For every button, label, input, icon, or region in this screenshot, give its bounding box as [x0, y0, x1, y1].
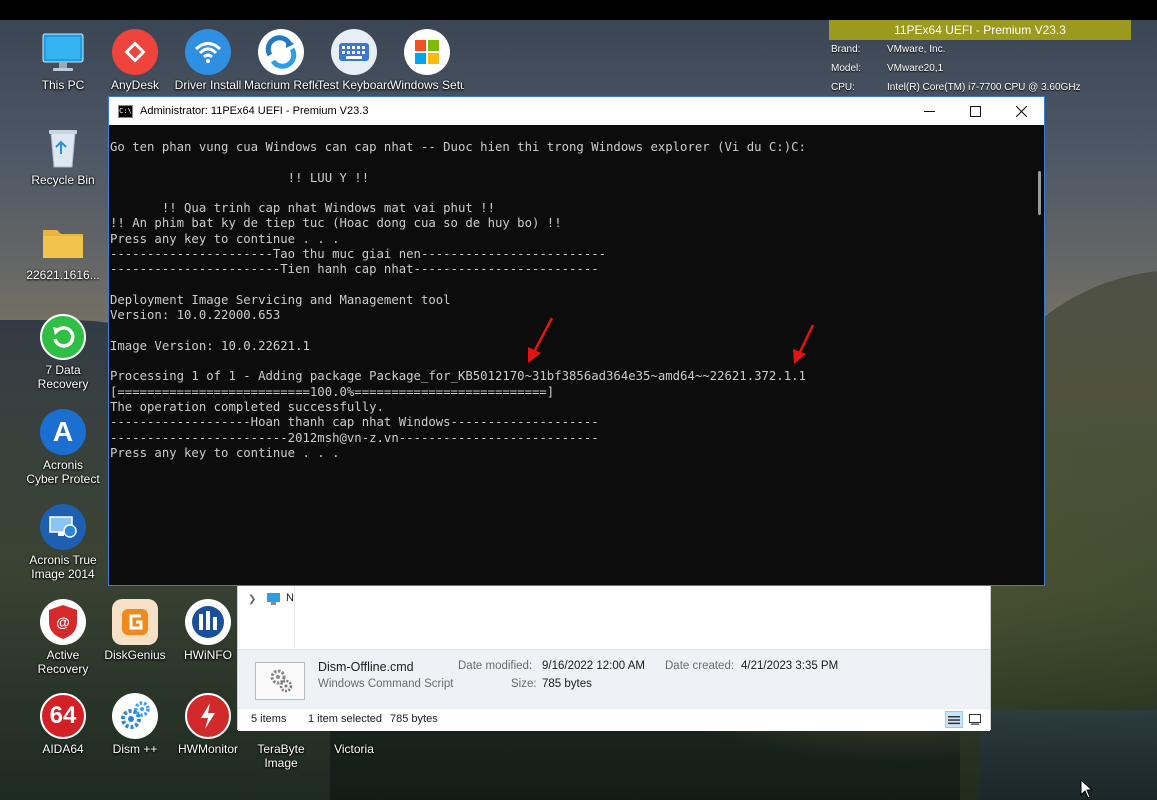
red-arrow-icon: [793, 324, 815, 364]
red-arrow-icon: [528, 317, 554, 363]
mouse-cursor-icon: [1080, 779, 1094, 799]
desktop-screen: 11PEx64 UEFI - Premium V23.3 Brand: VMwa…: [0, 0, 1157, 800]
annotation-overlay: [528, 317, 815, 364]
